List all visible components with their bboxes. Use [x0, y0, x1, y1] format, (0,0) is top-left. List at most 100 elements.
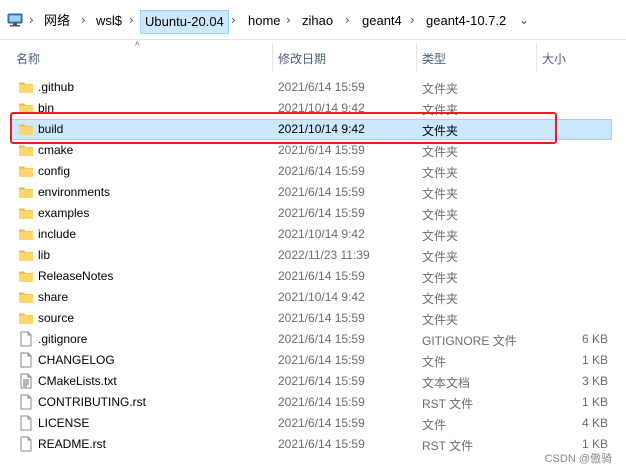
file-modified-date: 2021/6/14 15:59: [278, 311, 365, 325]
column-type[interactable]: 类型: [422, 50, 446, 67]
file-type: 文件夹: [422, 208, 459, 222]
watermark: CSDN @傲骑: [544, 453, 612, 465]
file-modified-date: 2021/6/14 15:59: [278, 437, 365, 451]
file-name: LICENSE: [38, 416, 90, 430]
breadcrumb-separator: ›: [81, 13, 86, 27]
breadcrumb-geant4-version[interactable]: geant4-10.7.2: [426, 10, 506, 34]
file-modified-date: 2021/6/14 15:59: [278, 332, 365, 346]
breadcrumb-home[interactable]: home: [248, 10, 281, 34]
column-date[interactable]: 修改日期: [278, 50, 326, 67]
folder-icon: [18, 205, 34, 221]
file-icon: [18, 415, 34, 431]
file-modified-date: 2021/10/14 9:42: [278, 227, 365, 241]
breadcrumb-separator: ›: [231, 13, 236, 27]
chevron-down-icon[interactable]: ⌄: [519, 13, 529, 27]
file-type: 文件夹: [422, 292, 459, 306]
file-row[interactable]: .gitignore 2021/6/14 15:59 GITIGNORE 文件 6 K…: [0, 329, 626, 350]
column-divider[interactable]: [272, 44, 273, 72]
file-name: examples: [38, 206, 90, 220]
breadcrumb-separator: ›: [286, 13, 291, 27]
file-row[interactable]: share 2021/10/14 9:42 文件夹: [0, 287, 626, 308]
file-type: RST 文件: [422, 397, 474, 411]
file-modified-date: 2021/6/14 15:59: [278, 206, 365, 220]
annotation-highlight-box: [10, 112, 557, 144]
file-row[interactable]: config 2021/6/14 15:59 文件夹: [0, 161, 626, 182]
file-modified-date: 2021/6/14 15:59: [278, 416, 365, 430]
file-row[interactable]: CHANGELOG 2021/6/14 15:59 文件 1 KB: [0, 350, 626, 371]
file-modified-date: 2021/6/14 15:59: [278, 269, 365, 283]
file-name: CHANGELOG: [38, 353, 115, 367]
file-name: ReleaseNotes: [38, 269, 114, 283]
file-name: config: [38, 164, 71, 178]
file-name: CONTRIBUTING.rst: [38, 395, 146, 409]
file-type: 文件夹: [422, 145, 459, 159]
file-row[interactable]: lib 2022/11/23 11:39 文件夹: [0, 245, 626, 266]
column-name[interactable]: 名称: [16, 50, 40, 67]
folder-icon: [18, 226, 34, 242]
file-modified-date: 2022/11/23 11:39: [278, 248, 370, 262]
file-row[interactable]: CONTRIBUTING.rst 2021/6/14 15:59 RST 文件 1 K…: [0, 392, 626, 413]
file-type: GITIGNORE 文件: [422, 334, 517, 348]
file-name: cmake: [38, 143, 74, 157]
file-row[interactable]: README.rst 2021/6/14 15:59 RST 文件 1 KB: [0, 434, 626, 455]
file-row[interactable]: .github 2021/6/14 15:59 文件夹: [0, 77, 626, 98]
column-divider[interactable]: [416, 44, 417, 72]
file-modified-date: 2021/6/14 15:59: [278, 164, 365, 178]
file-size: 4 KB: [581, 416, 608, 430]
file-name: README.rst: [38, 437, 107, 451]
file-name: environments: [38, 185, 111, 199]
breadcrumb-geant4[interactable]: geant4: [362, 10, 402, 34]
column-divider[interactable]: [536, 44, 537, 72]
file-name: include: [38, 227, 77, 241]
file-row[interactable]: CMakeLists.txt 2021/6/14 15:59 文本文档 3 KB: [0, 371, 626, 392]
column-header: ^ 名称 修改日期 类型 大小: [0, 40, 626, 76]
folder-icon: [18, 247, 34, 263]
breadcrumb-wsl[interactable]: wsl$: [96, 10, 122, 34]
file-name: CMakeLists.txt: [38, 374, 117, 388]
file-modified-date: 2021/10/14 9:42: [278, 290, 365, 304]
file-icon: [18, 331, 34, 347]
file-name: .gitignore: [38, 332, 88, 346]
column-size[interactable]: 大小: [542, 50, 566, 67]
file-type: 文件夹: [422, 313, 459, 327]
file-type: 文件夹: [422, 271, 459, 285]
file-modified-date: 2021/6/14 15:59: [278, 80, 365, 94]
file-row[interactable]: include 2021/10/14 9:42 文件夹: [0, 224, 626, 245]
folder-icon: [18, 310, 34, 326]
file-type: 文件: [422, 418, 447, 432]
file-row[interactable]: LICENSE 2021/6/14 15:59 文件 4 KB: [0, 413, 626, 434]
file-size: 1 KB: [581, 437, 608, 451]
breadcrumb-ubuntu[interactable]: Ubuntu-20.04: [140, 10, 229, 34]
file-type: 文件夹: [422, 166, 459, 180]
file-size: 3 KB: [581, 374, 608, 388]
folder-icon: [18, 79, 34, 95]
file-name: .github: [38, 80, 75, 94]
file-icon: [18, 394, 34, 410]
file-name: source: [38, 311, 75, 325]
file-type: 文件夹: [422, 250, 459, 264]
file-type: 文本文档: [422, 376, 471, 390]
file-size: 1 KB: [581, 395, 608, 409]
file-row[interactable]: examples 2021/6/14 15:59 文件夹: [0, 203, 626, 224]
file-size: 6 KB: [581, 332, 608, 346]
breadcrumb-separator: ›: [129, 13, 134, 27]
file-row[interactable]: source 2021/6/14 15:59 文件夹: [0, 308, 626, 329]
file-size: 1 KB: [581, 353, 608, 367]
file-modified-date: 2021/6/14 15:59: [278, 185, 365, 199]
folder-icon: [18, 163, 34, 179]
breadcrumb-separator: ›: [29, 13, 34, 27]
breadcrumb-zihao[interactable]: zihao: [302, 10, 333, 34]
address-bar[interactable]: › 网络 › wsl$ › Ubuntu-20.04 › home › ziha…: [0, 0, 626, 40]
breadcrumb-network[interactable]: 网络: [44, 10, 70, 34]
file-modified-date: 2021/6/14 15:59: [278, 143, 365, 157]
file-row[interactable]: ReleaseNotes 2021/6/14 15:59 文件夹: [0, 266, 626, 287]
breadcrumb-separator: ›: [345, 13, 350, 27]
file-row[interactable]: environments 2021/6/14 15:59 文件夹: [0, 182, 626, 203]
file-modified-date: 2021/6/14 15:59: [278, 353, 365, 367]
file-type: RST 文件: [422, 439, 474, 453]
folder-icon: [18, 184, 34, 200]
sort-ascending-icon: ^: [135, 41, 140, 52]
file-icon: [18, 352, 34, 368]
file-type: 文件: [422, 355, 447, 369]
network-icon: [6, 12, 24, 28]
